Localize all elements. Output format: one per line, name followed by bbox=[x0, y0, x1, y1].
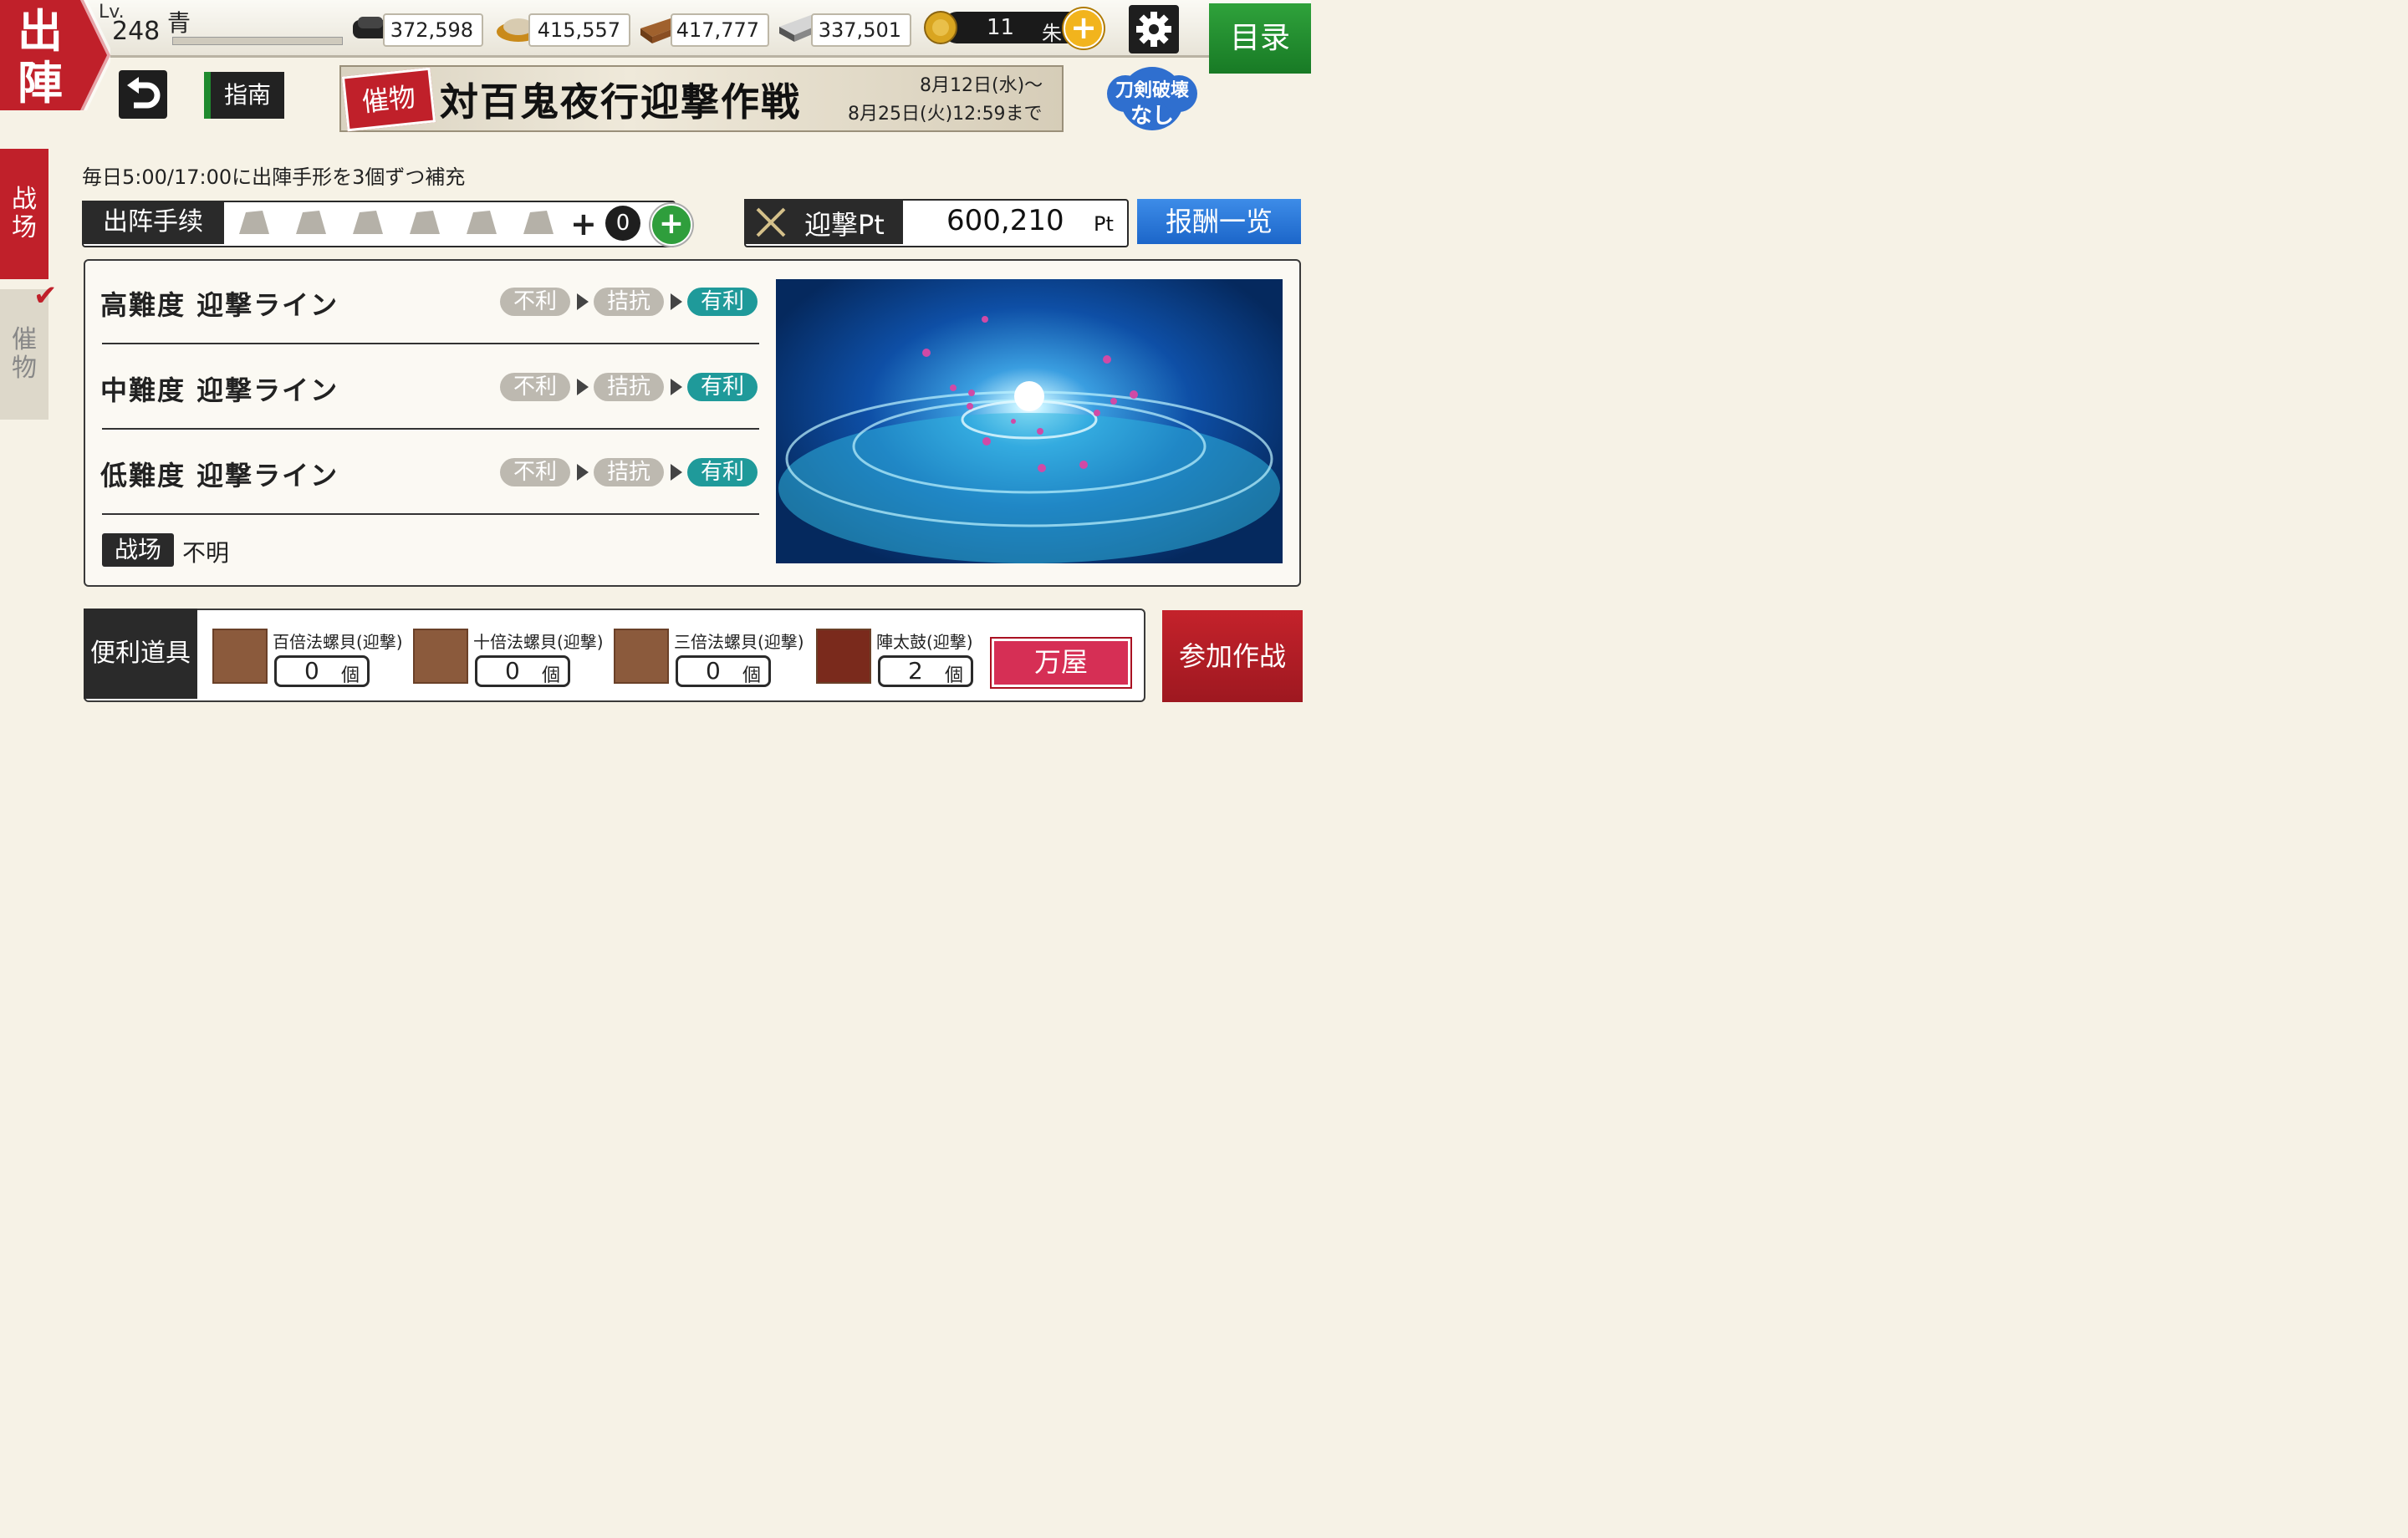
event-title: 対百鬼夜行迎撃作戦 bbox=[440, 79, 801, 125]
join-operation-button[interactable]: 参加作战 bbox=[1162, 610, 1303, 702]
tab-battlefield-label: 战场 bbox=[12, 185, 37, 242]
gear-icon bbox=[1136, 12, 1171, 47]
conch-shell-icon bbox=[614, 629, 669, 684]
refill-info: 毎日5:00/17:00に出陣手形を3個ずつ補充 bbox=[82, 166, 466, 189]
level-value: 248 bbox=[112, 17, 161, 46]
points-label: 迎撃Pt bbox=[804, 209, 885, 241]
resource-value: 417,777 bbox=[671, 13, 769, 47]
shop-button[interactable]: 万屋 bbox=[992, 639, 1130, 687]
event-date-start: 8月12日(水)～ bbox=[920, 75, 1043, 96]
battlefield-image bbox=[776, 279, 1283, 563]
arrow-icon bbox=[577, 293, 589, 310]
coin-value: 11 bbox=[987, 15, 1015, 40]
tool-name: 百倍法螺貝(迎撃) bbox=[273, 632, 403, 652]
arrow-icon bbox=[577, 379, 589, 395]
battlefield-label: 战场 bbox=[102, 533, 174, 567]
status-even: 拮抗 bbox=[594, 373, 664, 401]
coin-icon bbox=[924, 11, 957, 44]
tab-event-label: 催物 bbox=[12, 325, 37, 383]
conch-shell-icon bbox=[413, 629, 468, 684]
resource-steel: 337,501 bbox=[778, 12, 918, 47]
tools-label: 便利道具 bbox=[84, 609, 197, 699]
status-even: 拮抗 bbox=[594, 288, 664, 316]
divider bbox=[102, 343, 759, 344]
status-unfavorable: 不利 bbox=[500, 288, 570, 316]
checkmark-icon: ✔ bbox=[33, 279, 58, 313]
battlefield-value: 不明 bbox=[182, 539, 230, 567]
status-even: 拮抗 bbox=[594, 458, 664, 486]
divider bbox=[102, 428, 759, 430]
tab-battlefield[interactable]: 战场 bbox=[0, 149, 48, 279]
tool-name: 陣太鼓(迎撃) bbox=[876, 632, 973, 652]
exp-bar bbox=[172, 37, 343, 45]
status-favorable: 有利 bbox=[687, 373, 758, 401]
tool-unit: 個 bbox=[742, 665, 762, 686]
add-coin-button[interactable]: + bbox=[1064, 8, 1104, 48]
tool-count: 0 bbox=[505, 657, 520, 685]
tool-count: 0 bbox=[304, 657, 319, 685]
arrow-icon bbox=[671, 379, 682, 395]
line-title-low[interactable]: 低難度 迎撃ライン bbox=[100, 455, 339, 493]
crossed-swords-icon bbox=[756, 207, 786, 237]
event-tag: 催物 bbox=[341, 67, 436, 132]
vortex-scene bbox=[778, 316, 1280, 563]
add-ticket-button[interactable]: + bbox=[650, 204, 692, 246]
status-unfavorable: 不利 bbox=[500, 373, 570, 401]
tool-unit: 個 bbox=[341, 665, 360, 686]
line-title-mid[interactable]: 中難度 迎撃ライン bbox=[100, 369, 339, 408]
reward-list-button[interactable]: 报酬一览 bbox=[1137, 199, 1301, 244]
points-value: 600,210 bbox=[946, 204, 1064, 237]
coin-unit: 朱 bbox=[1042, 22, 1062, 45]
settings-button[interactable] bbox=[1129, 5, 1179, 53]
line-title-high[interactable]: 高難度 迎撃ライン bbox=[100, 284, 339, 323]
back-button[interactable] bbox=[119, 70, 167, 119]
conch-shell-icon bbox=[212, 629, 268, 684]
tool-name: 十倍法螺貝(迎撃) bbox=[473, 632, 604, 652]
player-name: 青 bbox=[167, 9, 191, 37]
arrow-icon bbox=[671, 293, 682, 310]
resource-value: 372,598 bbox=[383, 13, 483, 47]
drum-icon bbox=[816, 629, 871, 684]
ticket-slots bbox=[239, 211, 554, 234]
divider bbox=[102, 513, 759, 515]
status-favorable: 有利 bbox=[687, 288, 758, 316]
resource-charcoal: 372,598 bbox=[349, 12, 488, 47]
ticket-plus: + bbox=[570, 206, 597, 242]
resource-whetstone: 415,557 bbox=[495, 12, 637, 47]
resource-cooling: 417,777 bbox=[637, 12, 776, 47]
tool-count: 0 bbox=[706, 657, 721, 685]
menu-button[interactable]: 目录 bbox=[1209, 3, 1311, 74]
tool-count: 2 bbox=[908, 657, 923, 685]
ticket-count: 0 bbox=[605, 206, 640, 241]
resource-value: 415,557 bbox=[528, 13, 630, 47]
resource-value: 337,501 bbox=[811, 13, 911, 47]
points-unit: Pt bbox=[1094, 212, 1114, 236]
no-break-badge: 刀剣破壊 なし bbox=[1102, 64, 1202, 134]
back-arrow-icon bbox=[127, 77, 161, 109]
guide-button[interactable]: 指南 bbox=[204, 72, 284, 119]
status-unfavorable: 不利 bbox=[500, 458, 570, 486]
tool-name: 三倍法螺貝(迎撃) bbox=[674, 632, 804, 652]
arrow-icon bbox=[577, 464, 589, 481]
page-title: 出陣 bbox=[18, 4, 63, 109]
tool-unit: 個 bbox=[945, 665, 964, 686]
status-favorable: 有利 bbox=[687, 458, 758, 486]
arrow-icon bbox=[671, 464, 682, 481]
tool-unit: 個 bbox=[542, 665, 561, 686]
event-date-end: 8月25日(火)12:59まで bbox=[848, 104, 1043, 125]
ticket-label: 出阵手续 bbox=[82, 201, 224, 244]
no-break-line2: なし bbox=[1130, 104, 1174, 129]
